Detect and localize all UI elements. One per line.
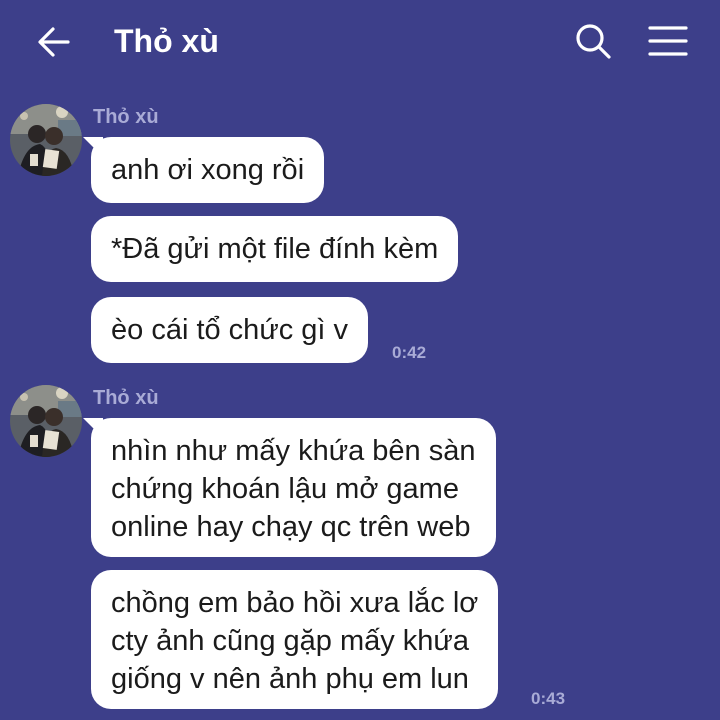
message-line: chứng khoán lậu mở game	[111, 473, 459, 505]
avatar[interactable]	[10, 385, 82, 457]
hamburger-menu-icon	[648, 26, 688, 56]
search-icon	[576, 24, 611, 59]
chat-header: Thỏ xù	[0, 0, 720, 84]
message-line: chồng em bảo hồi xưa lắc lơ	[111, 587, 479, 619]
message-timestamp: 0:43	[531, 689, 566, 708]
search-button[interactable]	[572, 20, 614, 62]
message-bubble[interactable]: nhìn như mấy khứa bên sàn chứng khoán lậ…	[91, 418, 496, 557]
message-bubble[interactable]: anh ơi xong rồi	[91, 137, 325, 203]
menu-button[interactable]	[646, 20, 690, 62]
message-bubble[interactable]: *Đã gửi một file đính kèm	[91, 216, 459, 282]
message-text: *Đã gửi một file đính kèm	[111, 233, 439, 265]
message-line: cty ảnh cũng gặp mấy khứa	[111, 625, 469, 657]
avatar-photo	[10, 385, 82, 457]
chat-screen: Thỏ xù Thỏ xù anh ơi xong rồi *Đã gửi mộ…	[0, 0, 720, 720]
message-timestamp: 0:42	[392, 343, 427, 362]
sender-name: Thỏ xù	[93, 106, 159, 128]
page-title[interactable]: Thỏ xù	[114, 21, 219, 61]
message-bubble[interactable]: èo cái tổ chức gì v	[91, 297, 369, 363]
back-button[interactable]	[34, 22, 74, 62]
sender-name: Thỏ xù	[93, 387, 159, 409]
message-line: online hay chạy qc trên web	[111, 511, 471, 543]
arrow-left-icon	[38, 27, 70, 57]
message-bubble[interactable]: chồng em bảo hồi xưa lắc lơ cty ảnh cũng…	[91, 570, 499, 709]
message-line: giống v nên ảnh phụ em lun	[111, 663, 469, 695]
message-line: nhìn như mấy khứa bên sàn	[111, 435, 476, 467]
message-text: anh ơi xong rồi	[111, 154, 305, 186]
avatar[interactable]	[10, 104, 82, 176]
avatar-photo	[10, 104, 82, 176]
message-text: èo cái tổ chức gì v	[111, 314, 349, 346]
